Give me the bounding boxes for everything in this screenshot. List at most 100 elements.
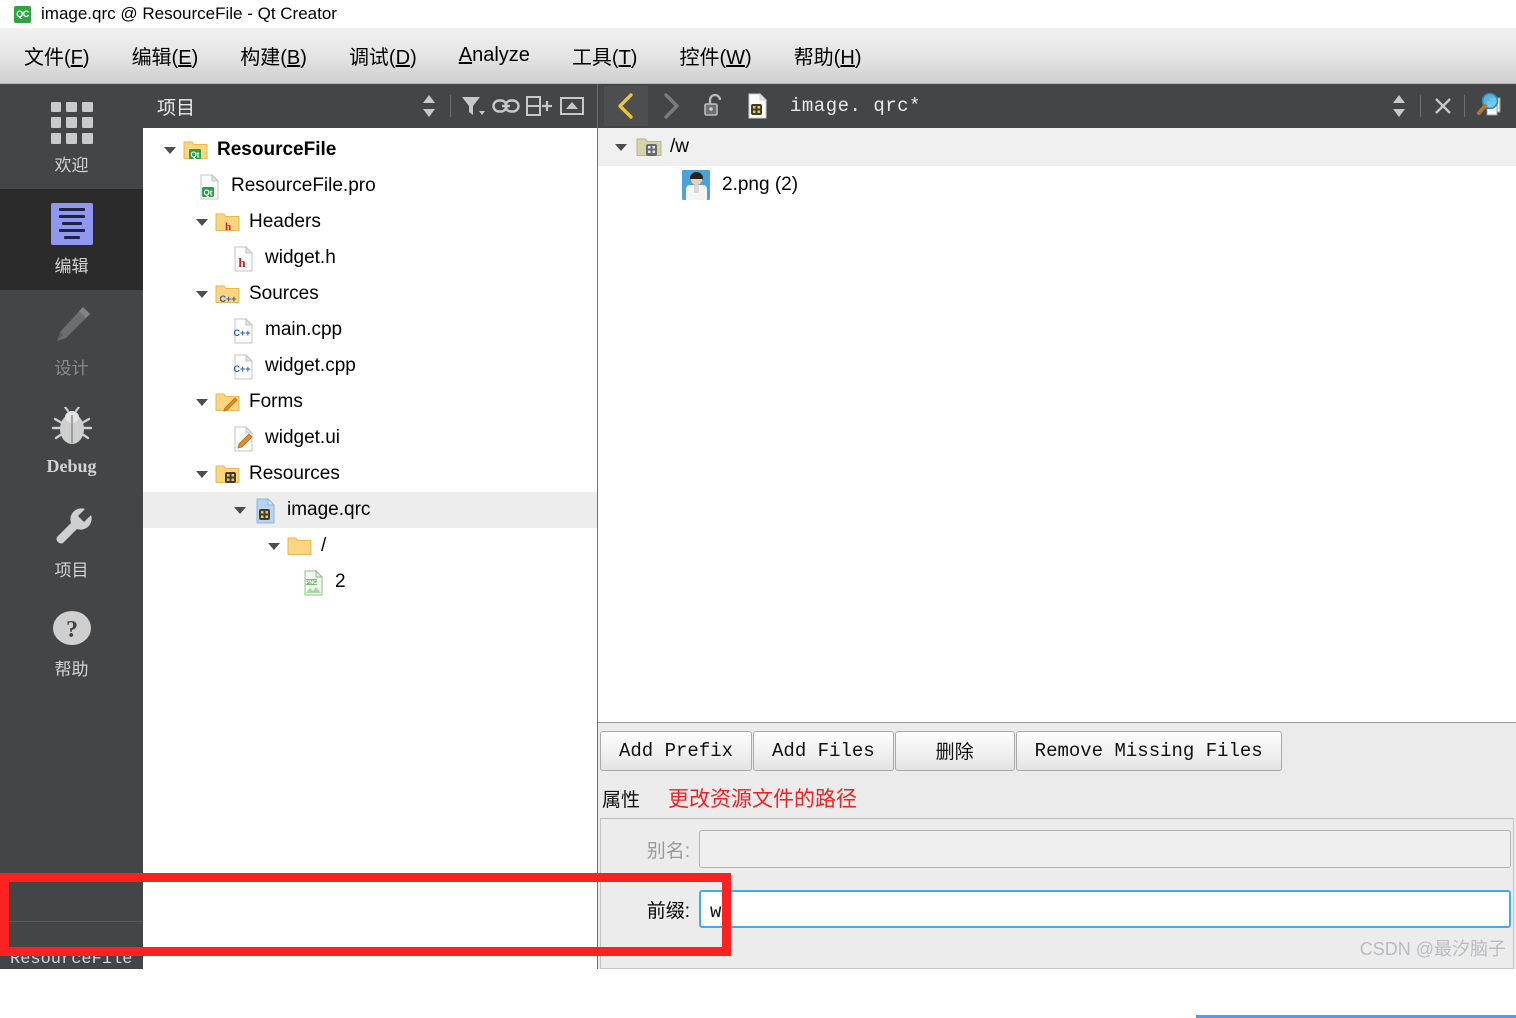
alias-input[interactable] bbox=[699, 830, 1511, 868]
tree-row-root-prefix[interactable]: / bbox=[143, 528, 597, 564]
png-file-icon: PNG bbox=[301, 570, 327, 594]
tree-row-sources[interactable]: C++ Sources bbox=[143, 276, 597, 312]
tree-row-resources[interactable]: Resources bbox=[143, 456, 597, 492]
tree-label: Resources bbox=[249, 463, 340, 485]
svg-text:PNG: PNG bbox=[306, 580, 318, 586]
tree-row-main-cpp[interactable]: C++ main.cpp bbox=[143, 312, 597, 348]
tree-row-widget-ui[interactable]: widget.ui bbox=[143, 420, 597, 456]
resource-file-row[interactable]: 2.png (2) bbox=[598, 166, 1516, 204]
open-document-name[interactable]: image. qrc* bbox=[790, 95, 921, 117]
qrc-file-icon bbox=[736, 86, 780, 126]
grid-icon bbox=[51, 102, 93, 144]
image-thumbnail bbox=[682, 170, 710, 200]
prefix-input[interactable]: w bbox=[699, 890, 1511, 928]
tree-row-headers[interactable]: h Headers bbox=[143, 204, 597, 240]
editor-icon bbox=[51, 203, 93, 245]
chevron-down-icon[interactable] bbox=[261, 541, 287, 551]
toolbar-divider bbox=[450, 95, 451, 117]
chevron-down-icon[interactable] bbox=[227, 505, 253, 515]
cpp-file-icon: C++ bbox=[231, 354, 257, 378]
tree-label: Sources bbox=[249, 283, 319, 305]
window-title-text: image.qrc @ ResourceFile - Qt Creator bbox=[41, 4, 337, 24]
resource-file-label: 2.png (2) bbox=[722, 174, 798, 196]
chevron-down-icon[interactable] bbox=[189, 469, 215, 479]
resource-prefix-label: /w bbox=[670, 136, 689, 158]
mode-button-projects[interactable]: 项目 bbox=[0, 492, 143, 593]
svg-text:h: h bbox=[225, 221, 231, 233]
resource-prefix-row[interactable]: /w bbox=[598, 128, 1516, 166]
chevron-right-icon[interactable] bbox=[648, 86, 692, 126]
search-documents-icon[interactable] bbox=[1470, 91, 1510, 121]
mode-label-welcome: 欢迎 bbox=[55, 151, 89, 176]
chevron-left-icon[interactable] bbox=[604, 86, 648, 126]
qrc-folder-icon bbox=[636, 135, 664, 159]
tree-label: Headers bbox=[249, 211, 321, 233]
chevron-down-icon[interactable] bbox=[189, 217, 215, 227]
tree-row-resourcefile[interactable]: Qt ResourceFile bbox=[143, 132, 597, 168]
qrc-folder-icon bbox=[215, 462, 241, 486]
question-icon: ? bbox=[49, 608, 95, 648]
properties-title: 属性 bbox=[602, 785, 640, 812]
updown-stepper-icon[interactable] bbox=[1382, 91, 1415, 121]
svg-text:h: h bbox=[238, 255, 246, 270]
form-folder-icon bbox=[215, 390, 241, 414]
unlocked-icon[interactable] bbox=[692, 86, 736, 126]
add-prefix-button[interactable]: Add Prefix bbox=[600, 731, 752, 771]
kit-selector[interactable]: ResourceFile bbox=[0, 921, 143, 969]
chevron-down-icon[interactable] bbox=[189, 397, 215, 407]
mode-button-help[interactable]: ? 帮助 bbox=[0, 593, 143, 694]
menu-item-debug[interactable]: 调试(D) bbox=[343, 37, 423, 74]
chevron-down-icon[interactable] bbox=[189, 289, 215, 299]
menu-item-widgets[interactable]: 控件(W) bbox=[673, 37, 757, 74]
kit-name-label: ResourceFile bbox=[10, 951, 132, 969]
add-files-button[interactable]: Add Files bbox=[753, 731, 894, 771]
mode-button-debug[interactable]: Debug bbox=[0, 391, 143, 492]
tree-label: widget.ui bbox=[265, 427, 340, 449]
tree-label: ResourceFile.pro bbox=[231, 175, 376, 197]
tree-row-widget-h[interactable]: h widget.h bbox=[143, 240, 597, 276]
wrench-icon bbox=[49, 505, 95, 549]
window-title-bar: QC image.qrc @ ResourceFile - Qt Creator bbox=[0, 0, 1516, 28]
filter-icon[interactable] bbox=[456, 91, 489, 121]
project-tree[interactable]: Qt ResourceFile Qt ResourceFile.pro h He… bbox=[143, 128, 597, 921]
tree-row-widget-cpp[interactable]: C++ widget.cpp bbox=[143, 348, 597, 384]
mode-button-welcome[interactable]: 欢迎 bbox=[0, 88, 143, 189]
tree-row-image-2[interactable]: PNG 2 bbox=[143, 564, 597, 600]
tree-row-forms[interactable]: Forms bbox=[143, 384, 597, 420]
sync-stepper-icon[interactable] bbox=[412, 91, 445, 121]
chevron-down-icon[interactable] bbox=[157, 145, 183, 155]
project-panel-title: 项目 bbox=[157, 93, 412, 120]
menu-item-build[interactable]: 构建(B) bbox=[234, 37, 313, 74]
h-file-icon: h bbox=[231, 246, 257, 270]
mode-button-edit[interactable]: 编辑 bbox=[0, 189, 143, 290]
form-file-icon bbox=[231, 426, 257, 450]
mode-selector-bar: 欢迎 编辑 设计 Debug bbox=[0, 84, 143, 969]
menu-item-help[interactable]: 帮助(H) bbox=[788, 37, 868, 74]
close-icon[interactable] bbox=[1426, 91, 1459, 121]
menu-item-edit[interactable]: 编辑(E) bbox=[126, 37, 205, 74]
resource-tree[interactable]: /w 2.png (2) bbox=[598, 128, 1516, 722]
tree-label: main.cpp bbox=[265, 319, 342, 341]
tree-label: ResourceFile bbox=[217, 139, 336, 161]
pencil-icon bbox=[50, 303, 94, 347]
bug-icon bbox=[49, 407, 95, 449]
menu-item-file[interactable]: 文件(F) bbox=[18, 37, 96, 74]
chevron-down-icon[interactable] bbox=[606, 142, 636, 152]
remove-button[interactable]: 删除 bbox=[895, 731, 1015, 771]
menu-item-tools[interactable]: 工具(T) bbox=[566, 37, 644, 74]
tree-label: image.qrc bbox=[287, 499, 370, 521]
remove-missing-files-button[interactable]: Remove Missing Files bbox=[1016, 731, 1282, 771]
menu-item-analyze[interactable]: Analyze bbox=[453, 40, 536, 71]
tree-row-image-qrc[interactable]: image.qrc bbox=[143, 492, 597, 528]
editor-toolbar: image. qrc* bbox=[598, 84, 1516, 128]
minimize-icon[interactable] bbox=[555, 91, 588, 121]
toolbar-divider bbox=[1464, 95, 1465, 117]
prefix-input-value: w bbox=[710, 901, 721, 923]
mode-button-design[interactable]: 设计 bbox=[0, 290, 143, 391]
qt-file-icon: Qt bbox=[197, 174, 223, 198]
properties-header: 属性 更改资源文件的路径 bbox=[598, 778, 1516, 818]
prefix-label: 前缀: bbox=[613, 896, 699, 923]
link-icon[interactable] bbox=[489, 91, 522, 121]
tree-row-resourcefile-pro[interactable]: Qt ResourceFile.pro bbox=[143, 168, 597, 204]
split-add-icon[interactable] bbox=[522, 91, 555, 121]
